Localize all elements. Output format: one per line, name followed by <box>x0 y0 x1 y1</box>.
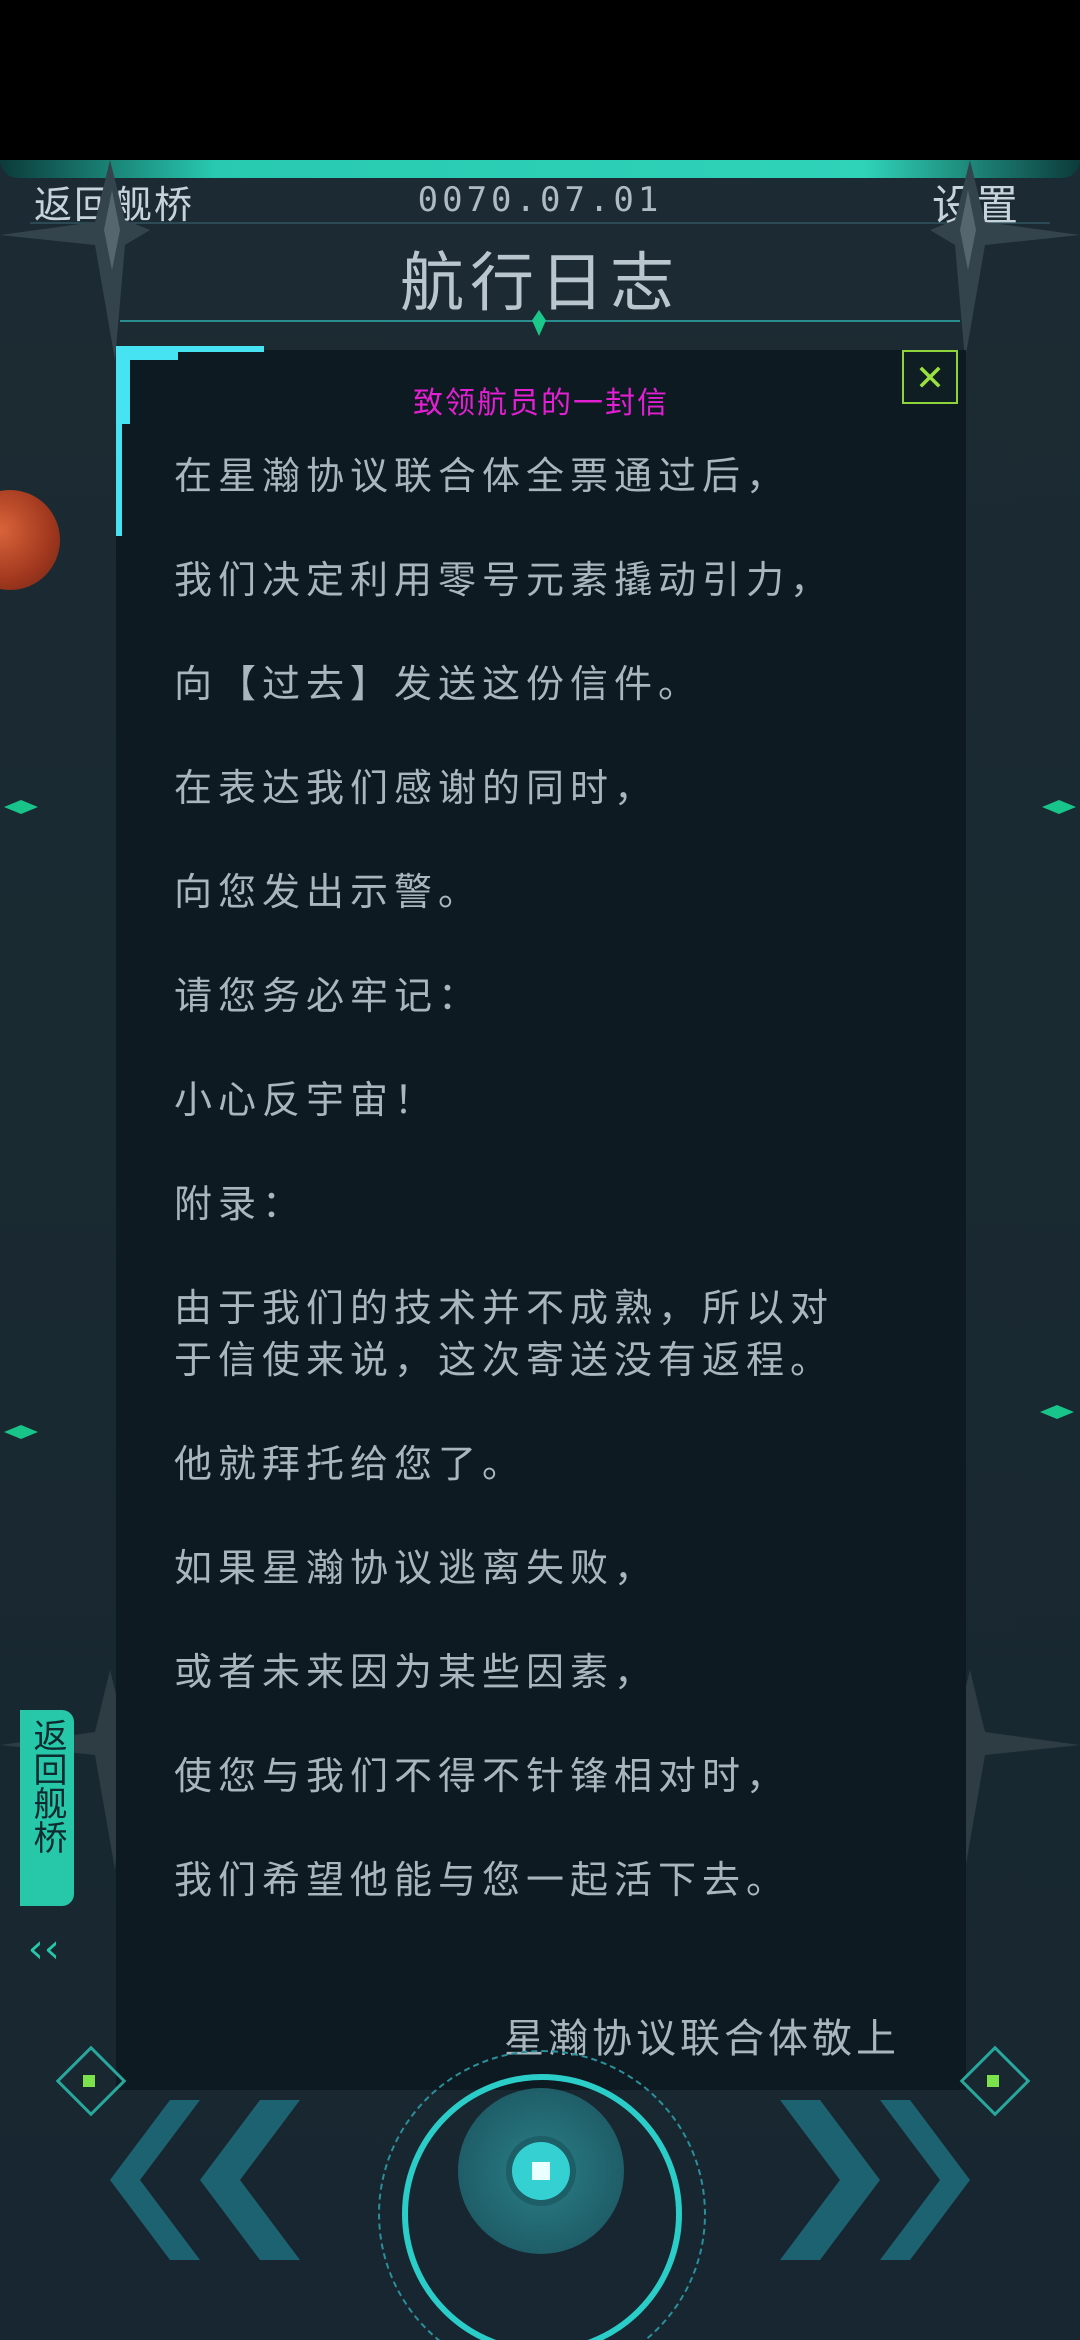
right-diamond-dot <box>987 2075 999 2087</box>
game-frame: 返回舰桥 0070.07.01 设置 航行日志 ✕ 致领航员的一封信 在星瀚协议… <box>0 160 1080 2340</box>
log-date: 0070.07.01 <box>417 180 663 220</box>
previous-page-button[interactable] <box>100 2100 320 2268</box>
letter-line: 我们希望他能与您一起活下去。 <box>174 1858 791 1902</box>
center-square-icon <box>532 2162 550 2180</box>
status-bar <box>0 0 1080 160</box>
panel-corner-top <box>116 346 264 352</box>
letter-line: 如果星瀚协议逃离失败， <box>174 1546 659 1590</box>
chevron-double-left-icon <box>110 2100 300 2260</box>
panel-corner-left <box>116 346 122 536</box>
planet-icon <box>0 490 60 590</box>
letter-title: 致领航员的一封信 <box>413 386 669 421</box>
next-page-button[interactable] <box>760 2100 980 2268</box>
right-gem-icon-lower <box>1040 1405 1074 1419</box>
side-tab-arrow-icon[interactable]: ‹‹ <box>24 1926 64 1972</box>
letter-line: 他就拜托给您了。 <box>174 1442 527 1486</box>
letter-line: 向您发出示警。 <box>174 870 483 914</box>
letter-line: 向【过去】发送这份信件。 <box>174 662 703 706</box>
letter-line: 小心反宇宙！ <box>174 1078 439 1122</box>
side-tab-label: 返回舰桥 <box>27 1718 67 1854</box>
letter-line: 附录： <box>174 1182 307 1226</box>
left-ship-icon <box>0 160 150 360</box>
right-gem-icon <box>1042 800 1076 814</box>
chevron-double-right-icon <box>780 2100 970 2260</box>
left-gem-icon-lower <box>4 1425 38 1439</box>
letter-line: 在星瀚协议联合体全票通过后， <box>174 454 791 498</box>
right-ship-icon <box>930 160 1080 360</box>
side-back-to-bridge-tab[interactable]: 返回舰桥 <box>20 1710 74 1906</box>
left-gem-icon <box>4 800 38 814</box>
letter-line: 或者未来因为某些因素， <box>174 1650 659 1694</box>
letter-line: 请您务必牢记： <box>174 974 483 1018</box>
left-diamond-dot <box>83 2075 95 2087</box>
letter-line: 我们决定利用零号元素撬动引力， <box>174 558 835 602</box>
letter-line: 由于我们的技术并不成熟，所以对 于信使来说，这次寄送没有返程。 <box>174 1286 835 1382</box>
letter-line: 使您与我们不得不针锋相对时， <box>174 1754 791 1798</box>
letter-line: 在表达我们感谢的同时， <box>174 766 659 810</box>
page-title: 航行日志 <box>400 247 680 321</box>
